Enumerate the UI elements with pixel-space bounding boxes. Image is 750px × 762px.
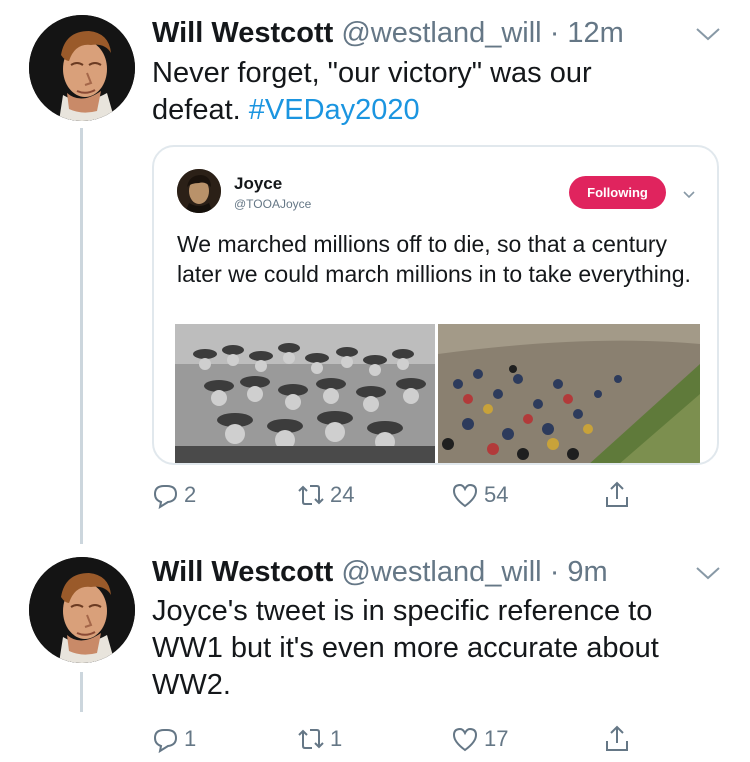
reply-button[interactable]: 1	[150, 722, 196, 756]
share-icon	[606, 481, 628, 507]
timestamp[interactable]: 12m	[567, 17, 623, 49]
chevron-down-icon[interactable]	[682, 187, 696, 199]
retweet-icon	[298, 729, 324, 749]
tweet-text: Joyce's tweet is in specific reference t…	[152, 595, 659, 701]
timestamp[interactable]: 9m	[567, 556, 607, 588]
retweet-button[interactable]: 1	[296, 722, 342, 756]
tweet-actions: 1 1 17	[150, 722, 650, 756]
author-handle[interactable]: @westland_will	[341, 556, 541, 588]
reply-icon	[153, 729, 178, 754]
like-count: 17	[484, 726, 509, 751]
quoted-tweet[interactable]: Joyce @TOOAJoyce Following We marched mi…	[152, 145, 719, 465]
author-handle[interactable]: @westland_will	[341, 17, 541, 49]
like-button[interactable]: 54	[450, 478, 508, 512]
quoted-author-name[interactable]: Joyce	[234, 174, 282, 194]
thread-line	[80, 128, 83, 544]
reply-button[interactable]: 2	[150, 478, 196, 512]
hashtag-link[interactable]: #VEDay2020	[249, 94, 420, 126]
heart-icon	[452, 483, 478, 508]
separator: ·	[549, 556, 560, 588]
quoted-avatar[interactable]	[177, 169, 221, 213]
share-button[interactable]	[602, 722, 636, 756]
avatar[interactable]	[29, 557, 135, 663]
tweet-actions: 2 24 54	[150, 478, 650, 512]
share-icon	[606, 725, 628, 751]
heart-icon	[452, 727, 478, 752]
author-name[interactable]: Will Westcott	[152, 556, 333, 588]
tweet-text: Never forget, "our victory" was our defe…	[152, 55, 652, 129]
share-button[interactable]	[602, 478, 636, 512]
reply-count: 1	[184, 726, 197, 751]
reply-count: 2	[184, 482, 197, 507]
quoted-tweet-text: We marched millions off to die, so that …	[177, 231, 691, 287]
reply-icon	[153, 485, 178, 510]
retweet-button[interactable]: 24	[296, 478, 354, 512]
following-button[interactable]: Following	[569, 176, 666, 209]
tweet-header: Will Westcott @westland_will · 9m	[152, 556, 608, 589]
avatar[interactable]	[29, 15, 135, 121]
retweet-count: 24	[330, 482, 355, 507]
migrant-crowd-photo[interactable]	[438, 324, 700, 463]
retweet-count: 1	[330, 726, 343, 751]
retweet-icon	[298, 485, 324, 505]
thread-line	[80, 672, 83, 712]
like-button[interactable]: 17	[450, 722, 508, 756]
author-name[interactable]: Will Westcott	[152, 17, 333, 49]
chevron-down-icon[interactable]	[693, 24, 723, 44]
soldiers-marching-photo[interactable]	[175, 324, 435, 463]
like-count: 54	[484, 482, 509, 507]
chevron-down-icon[interactable]	[693, 563, 723, 583]
separator: ·	[549, 17, 560, 49]
quoted-author-handle[interactable]: @TOOAJoyce	[234, 197, 311, 211]
tweet-header: Will Westcott @westland_will · 12m	[152, 17, 624, 50]
